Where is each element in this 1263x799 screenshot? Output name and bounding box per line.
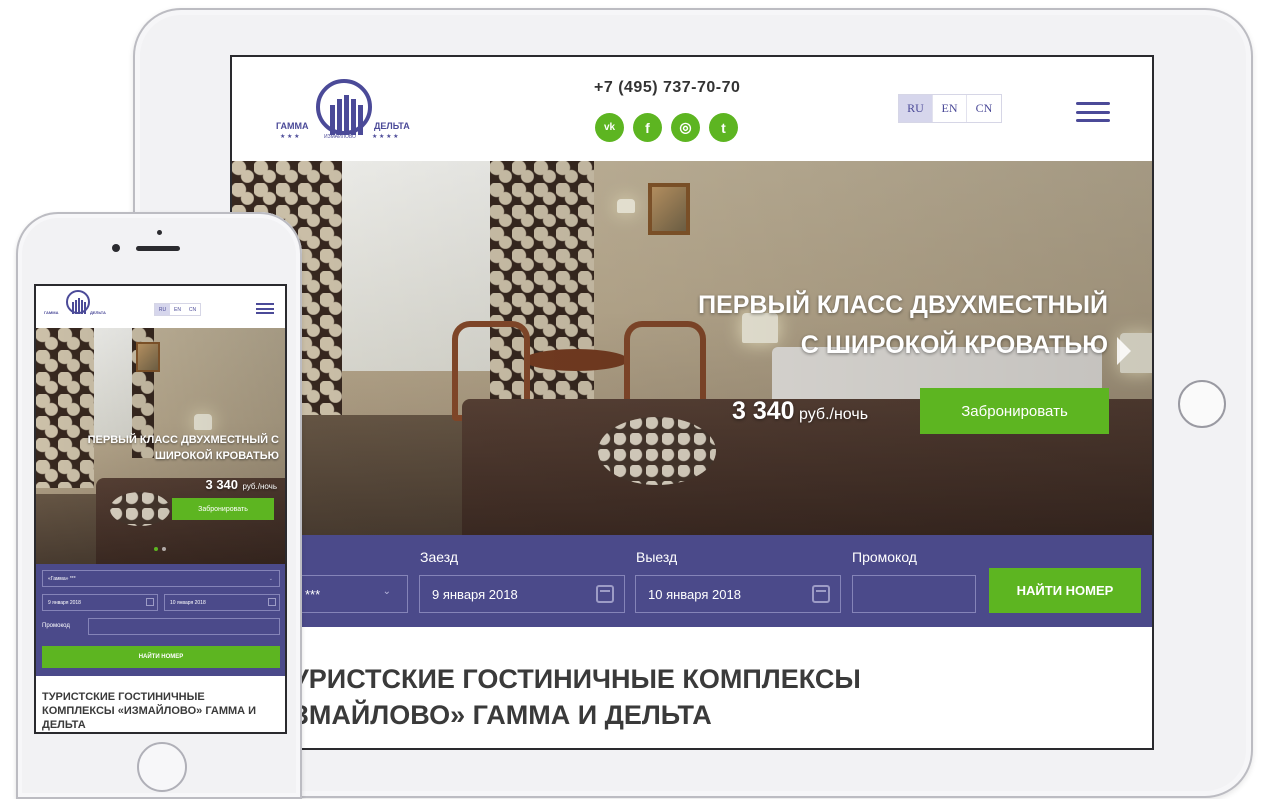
checkin-value: 9 января 2018 [432,586,518,602]
hero-slider: ПЕРВЫЙ КЛАСС ДВУХМЕСТНЫЙ С ШИРОКОЙ КРОВА… [232,161,1152,535]
mobile-book-button[interactable]: Забронировать [172,498,274,520]
phone-front-camera [157,230,162,235]
checkout-value: 10 января 2018 [648,586,741,602]
tablet-home-button [1178,380,1226,428]
mobile-logo-towers-icon [72,298,86,314]
mobile-checkin-value: 9 января 2018 [48,599,81,606]
mobile-hero-title-line1: ПЕРВЫЙ КЛАСС ДВУХМЕСТНЫЙ С [87,434,279,446]
mobile-logo-right-text: ДЕЛЬТА [90,310,106,315]
checkin-label: Заезд [420,549,459,565]
logo-towers-icon [330,95,363,135]
logo-stars-left: ★ ★ ★ [280,134,300,140]
logo-stars-right: ★ ★ ★ ★ [372,134,399,140]
price-value: 3 340 [732,397,795,425]
mobile-lang-en[interactable]: EN [170,304,185,315]
mobile-price-unit: руб./ночь [242,482,277,491]
booking-bar: *** ⌄ Заезд 9 января 2018 Выезд 10 январ… [232,535,1152,627]
hotel-logo[interactable]: ГАММА ДЕЛЬТА ★ ★ ★ ИЗМАЙЛОВО ★ ★ ★ ★ [272,77,422,143]
phone-sensor [112,244,120,252]
mobile-hero-slider: ПЕРВЫЙ КЛАСС ДВУХМЕСТНЫЙ С ШИРОКОЙ КРОВА… [36,328,285,564]
checkout-field[interactable]: 10 января 2018 [635,575,841,613]
instagram-icon[interactable]: ◎ [671,113,700,142]
slider-next-arrow[interactable] [1117,337,1131,365]
mobile-hotel-select[interactable]: «Гамма» *** ⌄ [42,570,280,587]
mobile-calendar-icon[interactable] [268,598,276,606]
calendar-icon[interactable] [596,585,614,603]
mobile-lang-cn[interactable]: CN [185,304,200,315]
phone-home-button [137,742,187,792]
find-room-button[interactable]: НАЙТИ НОМЕР [989,568,1141,613]
mobile-hero-title: ПЕРВЫЙ КЛАСС ДВУХМЕСТНЫЙ С ШИРОКОЙ КРОВА… [88,432,279,464]
twitter-icon[interactable]: t [709,113,738,142]
checkin-field[interactable]: 9 января 2018 [419,575,625,613]
menu-icon[interactable] [1076,102,1110,122]
promo-label: Промокод [852,549,917,565]
calendar-icon[interactable] [812,585,830,603]
language-switcher: RU EN CN [898,94,1002,123]
section-heading: УРИСТСКИЕ ГОСТИНИЧНЫЕ КОМПЛЕКСЫ ЗМАЙЛОВО… [292,664,861,730]
hero-title-line1: ПЕРВЫЙ КЛАСС ДВУХМЕСТНЫЙ [698,291,1108,319]
phone-speaker [136,246,180,251]
site-header: ГАММА ДЕЛЬТА ★ ★ ★ ИЗМАЙЛОВО ★ ★ ★ ★ +7 … [232,57,1152,161]
social-links: vk f ◎ t [595,113,738,142]
mobile-find-room-button[interactable]: НАЙТИ НОМЕР [42,646,280,668]
mobile-language-switcher: RU EN CN [154,303,201,316]
mobile-promo-input[interactable] [88,618,280,635]
mobile-checkout-value: 10 января 2018 [170,599,206,606]
mobile-price-value: 3 340 [205,477,239,492]
phone-screen: ГАММА ДЕЛЬТА RU EN CN ПЕРВЫЙ КЛАСС ДВУХМ… [34,284,287,734]
promo-input[interactable] [852,575,976,613]
price-unit: руб./ночь [799,406,869,423]
slider-dot-active[interactable] [154,547,158,551]
slider-dots [154,547,166,551]
logo-subtitle: ИЗМАЙЛОВО [324,134,356,140]
lang-en[interactable]: EN [933,95,967,122]
facebook-icon[interactable]: f [633,113,662,142]
hero-title-line2: С ШИРОКОЙ КРОВАТЬЮ [800,331,1108,359]
mobile-hero-price: 3 340 руб./ночь [205,476,277,494]
mobile-booking-form: «Гамма» *** ⌄ 9 января 2018 10 января 20… [36,564,285,676]
book-button[interactable]: Забронировать [920,388,1109,434]
hero-room-title: ПЕРВЫЙ КЛАСС ДВУХМЕСТНЫЙ С ШИРОКОЙ КРОВА… [698,285,1108,365]
phone-number[interactable]: +7 (495) 737-70-70 [594,79,740,97]
mobile-section-heading: ТУРИСТСКИЕ ГОСТИНИЧНЫЕ КОМПЛЕКСЫ «ИЗМАЙЛ… [42,691,257,731]
vk-icon[interactable]: vk [595,113,624,142]
lang-cn[interactable]: CN [967,95,1001,122]
mobile-hotel-value: «Гамма» *** [48,575,76,582]
mobile-calendar-icon[interactable] [146,598,154,606]
mobile-promo-label: Промокод [42,623,70,629]
mobile-checkout-field[interactable]: 10 января 2018 [164,594,280,611]
mobile-hotel-logo[interactable]: ГАММА ДЕЛЬТА [44,290,116,324]
hero-price: 3 340 руб./ночь [732,397,868,426]
chevron-down-icon: ⌄ [382,586,391,597]
checkout-label: Выезд [636,549,678,565]
slider-dot[interactable] [162,547,166,551]
lang-ru[interactable]: RU [899,95,933,122]
logo-left-text: ГАММА [276,121,309,131]
hotel-select-value: *** [305,586,321,602]
mobile-checkin-field[interactable]: 9 января 2018 [42,594,158,611]
mobile-logo-left-text: ГАММА [44,310,59,315]
logo-right-text: ДЕЛЬТА [374,121,410,131]
mobile-menu-icon[interactable] [256,303,274,314]
mobile-hero-title-line2: ШИРОКОЙ КРОВАТЬЮ [154,450,279,462]
tablet-screen: ГАММА ДЕЛЬТА ★ ★ ★ ИЗМАЙЛОВО ★ ★ ★ ★ +7 … [230,55,1154,750]
mobile-lang-ru[interactable]: RU [155,304,170,315]
mobile-chevron-down-icon: ⌄ [268,575,273,582]
